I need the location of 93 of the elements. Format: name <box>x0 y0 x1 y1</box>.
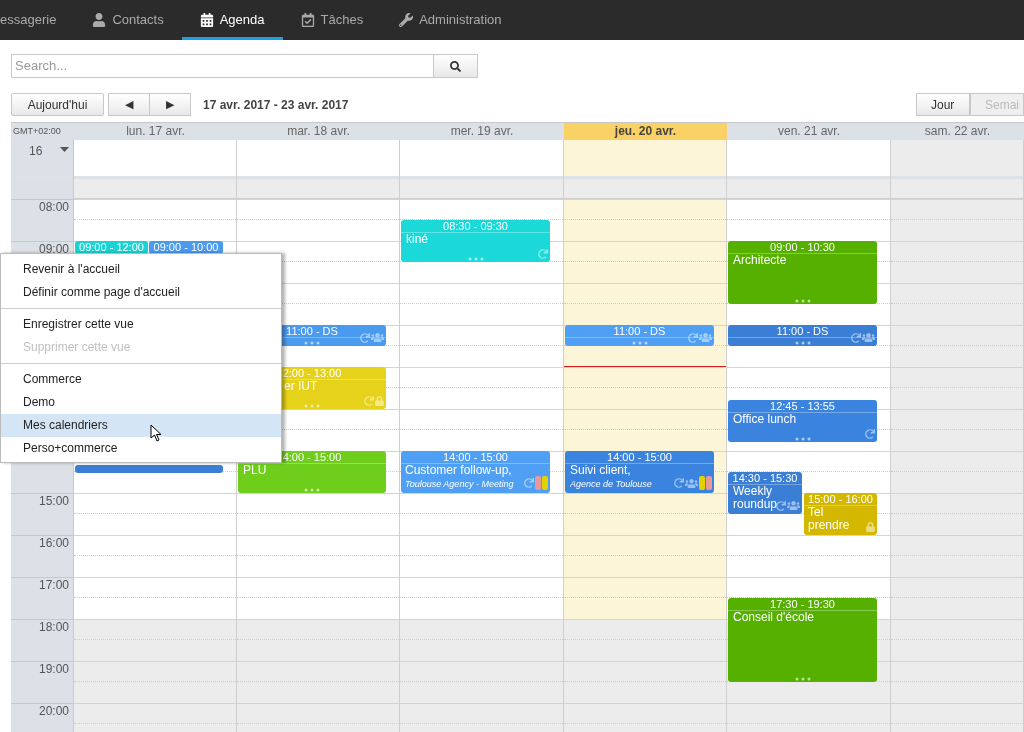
event-time: 15:00 - 16:00 <box>804 493 877 506</box>
hour-label: 20:00 <box>37 705 69 717</box>
calendar-event[interactable]: 14:00 - 15:00 Customer follow-up, Toulouse Agency - Meeting <box>401 451 550 493</box>
date-range: 17 avr. 2017 - 23 avr. 2017 <box>203 96 349 114</box>
day-header[interactable]: lun. 17 avr. <box>74 123 237 140</box>
today-button[interactable]: Aujourd'hui <box>11 93 104 116</box>
calendar-event[interactable]: 14:00 - 15:00 Suivi client, Agence de Toulouse <box>565 451 714 493</box>
timezone-label: GMT+02:00 <box>11 123 74 140</box>
previous-button[interactable]: ◀ <box>108 93 150 116</box>
event-time: 11:00 - DS <box>565 325 714 338</box>
nav-tab[interactable]: Contacts <box>74 0 182 40</box>
event-title: kiné <box>405 233 429 246</box>
search-field[interactable]: Search... <box>11 54 434 78</box>
people-icon <box>371 332 384 343</box>
menu-item[interactable]: Définir comme page d'accueil <box>1 281 281 304</box>
calendar-event[interactable]: 12:45 - 13:55 Office lunch <box>728 400 877 442</box>
event-time: 12:45 - 13:55 <box>728 400 877 413</box>
caret-icon[interactable] <box>60 147 70 152</box>
resize-handle-icon[interactable] <box>794 299 811 303</box>
repeat-icon <box>674 478 684 488</box>
event-title: PLU <box>242 464 268 477</box>
event-time: 14:00 - 15:00 <box>401 451 550 464</box>
repeat-icon <box>364 396 374 406</box>
calendar-check-icon <box>300 13 315 27</box>
people-icon <box>699 332 712 343</box>
repeat-icon <box>776 500 786 511</box>
calendar-event[interactable]: 17:30 - 19:30 Conseil d'école <box>728 598 877 682</box>
nav-tab[interactable]: Agenda <box>181 0 283 40</box>
search-button[interactable] <box>434 54 478 78</box>
event-time: 11:00 - DS <box>728 325 877 338</box>
event-title: Tel prendre <box>807 506 848 532</box>
event-time: 17:30 - 19:30 <box>728 598 877 611</box>
repeat-icon <box>688 332 698 343</box>
repeat-icon <box>851 332 861 343</box>
event-time: 14:00 - 15:00 <box>565 451 714 464</box>
event-title: Customer follow-up, Toulouse Agency - Meeting <box>404 464 515 491</box>
user-icon <box>92 13 107 27</box>
event-title: Office lunch <box>732 413 798 426</box>
resize-handle-icon[interactable] <box>304 404 320 408</box>
day-header[interactable]: ven. 21 avr. <box>727 123 891 140</box>
day-header[interactable]: mer. 19 avr. <box>400 123 564 140</box>
event-title: Suivi client, Agence de Toulouse <box>569 464 653 491</box>
calendar-icon <box>199 13 214 27</box>
search-icon <box>450 60 461 72</box>
calendar-event[interactable] <box>75 465 223 473</box>
calendar-event[interactable]: 09:00 - 10:30 Architecte <box>728 241 877 304</box>
resize-handle-icon[interactable] <box>467 257 484 261</box>
repeat-icon <box>538 249 548 259</box>
event-time: 08:30 - 09:30 <box>401 220 550 233</box>
repeat-icon <box>865 429 875 439</box>
lock-icon <box>866 522 875 532</box>
day-header[interactable]: jeu. 20 avr. <box>564 123 727 140</box>
menu-item[interactable]: Revenir à l'accueil <box>1 258 281 281</box>
repeat-icon <box>524 478 534 488</box>
all-day-cell[interactable] <box>891 140 1023 176</box>
resize-handle-icon[interactable] <box>794 437 811 441</box>
day-header[interactable]: mar. 18 avr. <box>237 123 400 140</box>
nav-tab[interactable]: Tâches <box>282 0 382 40</box>
calendar-event[interactable]: 14:30 - 15:30 Weekly roundup <box>728 472 802 514</box>
hour-label: 08:00 <box>37 201 69 213</box>
event-title: er IUT <box>283 380 319 393</box>
resize-handle-icon[interactable] <box>794 341 811 345</box>
resize-handle-icon[interactable] <box>304 488 320 492</box>
event-title: Architecte <box>732 254 788 267</box>
allday-count: 16 <box>29 143 43 160</box>
day-header[interactable]: sam. 22 avr. <box>891 123 1024 140</box>
resize-handle-icon[interactable] <box>794 677 811 681</box>
people-icon <box>787 500 800 511</box>
hour-label: 19:00 <box>37 663 69 675</box>
nav-tab[interactable]: essagerie <box>0 0 75 40</box>
next-button[interactable]: ▶ <box>150 93 191 116</box>
calendar-event[interactable]: 11:00 - DS <box>728 325 877 346</box>
event-time: 09:00 - 10:30 <box>728 241 877 254</box>
lock-icon <box>375 396 384 406</box>
nav-tab[interactable]: Administration <box>381 0 520 40</box>
resize-handle-icon[interactable] <box>631 341 648 345</box>
calendar-event[interactable]: 11:00 - DS <box>565 325 714 346</box>
mouse-pointer-icon <box>150 424 163 442</box>
hour-label: 15:00 <box>37 495 69 507</box>
menu-item[interactable]: Mes calendriers <box>1 414 281 437</box>
hour-label: 09:00 <box>37 243 69 255</box>
repeat-icon <box>360 332 370 343</box>
people-icon <box>685 477 698 489</box>
event-time: 14:30 - 15:30 <box>728 472 802 485</box>
wrench-icon <box>399 13 414 27</box>
resize-handle-icon[interactable] <box>304 341 320 345</box>
hour-label: 16:00 <box>37 537 69 549</box>
event-title: Conseil d'école <box>732 611 815 624</box>
hour-label: 17:00 <box>37 579 69 591</box>
people-icon <box>862 332 875 343</box>
all-day-cell[interactable] <box>564 140 726 176</box>
hour-label: 18:00 <box>37 621 69 633</box>
view-button[interactable]: Jour <box>916 93 970 116</box>
